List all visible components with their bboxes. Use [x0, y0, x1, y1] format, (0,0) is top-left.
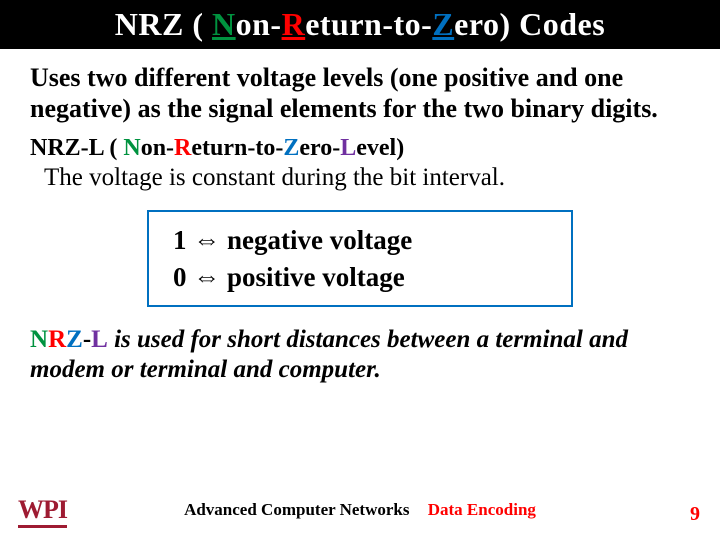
title-on: on- [236, 6, 282, 42]
slide-body: Uses two different voltage levels (one p… [0, 49, 720, 384]
nrzl-eturn: eturn-to- [191, 135, 283, 161]
nrzl-inline: NRZ-L [30, 326, 108, 353]
nrzl-prefix: NRZ-L ( [30, 135, 123, 161]
map1-bit: 1 [173, 225, 193, 255]
nrzl-on: on- [141, 135, 174, 161]
usage-text: is used for short distances between a te… [30, 326, 628, 383]
map1-voltage: negative voltage [220, 225, 412, 255]
map0-voltage: positive voltage [220, 262, 404, 292]
nrzl-R: R [174, 135, 191, 161]
map0-bit: 0 [173, 262, 193, 292]
nrzl-heading: NRZ-L ( Non-Return-to-Zero-Level) [30, 134, 690, 162]
nrzl-N: N [123, 135, 140, 161]
mapping-line-0: 0 ⇔ positive voltage [173, 259, 553, 295]
title-R: R [282, 6, 306, 42]
title-eturn: eturn-to- [305, 6, 432, 42]
footer-course: Advanced Computer Networks [184, 500, 409, 519]
intro-paragraph: Uses two different voltage levels (one p… [30, 63, 690, 124]
wpi-logo: WPI [18, 495, 67, 528]
voltage-mapping-box: 1 ⇔ negative voltage 0 ⇔ positive voltag… [147, 210, 573, 307]
page-number: 9 [690, 503, 700, 526]
title-Z: Z [432, 6, 454, 42]
slide-title: NRZ ( Non-Return-to-Zero) Codes [0, 0, 720, 49]
nrzl-subtext: The voltage is constant during the bit i… [44, 163, 690, 193]
nrzl-ero: ero- [299, 135, 340, 161]
title-suffix: ero) Codes [454, 6, 605, 42]
arrow-icon: ⇔ [193, 262, 220, 292]
mapping-line-1: 1 ⇔ negative voltage [173, 222, 553, 258]
title-prefix: NRZ ( [115, 6, 212, 42]
nrzl-suffix: evel) [356, 135, 404, 161]
nrzl-L: L [340, 135, 356, 161]
arrow-icon: ⇔ [193, 225, 220, 255]
slide-footer: WPI Advanced Computer Networks Data Enco… [0, 494, 720, 530]
footer-center: Advanced Computer Networks Data Encoding [0, 494, 720, 520]
nrzl-Z: Z [283, 135, 299, 161]
title-N: N [212, 6, 236, 42]
usage-paragraph: NRZ-L is used for short distances betwee… [30, 325, 690, 384]
footer-topic: Data Encoding [428, 500, 536, 519]
